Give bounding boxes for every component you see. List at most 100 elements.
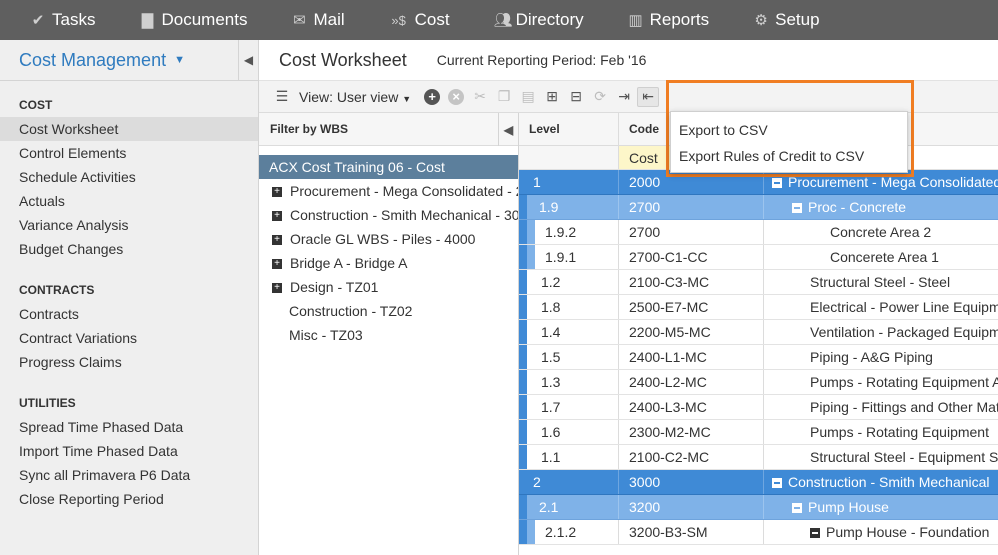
nav-directory[interactable]: 👥︎ Directory [464,0,598,40]
level-value: 1.8 [541,299,561,315]
table-row[interactable]: 1.6 2300-M2-MC Pumps - Rotating Equipment [519,420,998,445]
section-heading-contracts: CONTRACTS [19,283,95,297]
nav-reports[interactable]: ▥ Reports [598,0,724,40]
description-value: Ventilation - Packaged Equipm [810,324,998,340]
sidebar-item-schedule-activities[interactable]: Schedule Activities [0,165,258,189]
description-cell: Pump House - Foundation [764,520,998,544]
expand-icon[interactable]: + [272,187,282,198]
description-cell: Electrical - Power Line Equipm [764,295,998,319]
collapse-all-button[interactable]: ⊟ [565,87,587,107]
wbs-item[interactable]: Misc - TZ03 [259,323,518,347]
expand-icon[interactable]: + [272,211,282,222]
description-value: Electrical - Power Line Equipm [810,299,998,315]
level-cell: 1.3 [519,370,619,394]
sidebar-item-sync-p6[interactable]: Sync all Primavera P6 Data [0,463,258,487]
people-icon: 👥︎ [493,12,513,29]
collapse-icon[interactable] [772,178,782,189]
wbs-item[interactable]: + Design - TZ01 [259,275,518,299]
collapse-icon[interactable] [792,203,802,214]
sidebar-item-import-time-phased[interactable]: Import Time Phased Data [0,439,258,463]
nav-setup[interactable]: ⚙ Setup [723,0,833,40]
table-row[interactable]: 1.4 2200-M5-MC Ventilation - Packaged Equi… [519,320,998,345]
wbs-item[interactable]: + Procurement - Mega Consolidated - 2 [259,179,518,203]
code-cell: 3000 [619,470,764,494]
import-button[interactable]: ⇥ [613,87,635,107]
wbs-item[interactable]: + Oracle GL WBS - Piles - 4000 [259,227,518,251]
export-rules-csv-item[interactable]: Export Rules of Credit to CSV [671,143,907,169]
export-button[interactable]: ⇤ [637,86,660,107]
sidebar-item-spread-time-phased[interactable]: Spread Time Phased Data [0,415,258,439]
level-value: 1.4 [541,324,561,340]
sidebar-item-variance-analysis[interactable]: Variance Analysis [0,213,258,237]
level-cell: 1.7 [519,395,619,419]
collapse-sidebar-button[interactable]: ◀ [238,40,258,80]
nav-reports-label: Reports [649,10,710,29]
sidebar-item-close-period[interactable]: Close Reporting Period [0,487,258,511]
chevron-left-icon: ◀ [503,122,514,137]
sidebar-item-control-elements[interactable]: Control Elements [0,141,258,165]
paste-button[interactable]: ▤ [517,87,539,107]
copy-button[interactable]: ❐ [493,87,515,107]
nav-documents[interactable]: ▇ Documents [109,0,261,40]
refresh-button[interactable]: ⟳ [589,87,611,107]
table-row[interactable]: 2 3000 Construction - Smith Mechanical [519,470,998,495]
level-value: 1 [533,174,541,190]
code-cell: 2500-E7-MC [619,295,764,319]
add-button[interactable]: + [421,87,443,107]
sidebar-item-progress-claims[interactable]: Progress Claims [0,350,258,374]
expand-all-button[interactable]: ⊞ [541,87,563,107]
description-value: Proc - Concrete [808,199,907,215]
wbs-item-label: Misc - TZ03 [289,327,363,343]
wbs-item[interactable]: + Construction - Smith Mechanical - 30 [259,203,518,227]
sidebar-item-budget-changes[interactable]: Budget Changes [0,237,258,261]
table-row[interactable]: 1.8 2500-E7-MC Electrical - Power Line Equ… [519,295,998,320]
gear-icon: ⚙ [754,12,768,29]
module-selector[interactable]: Cost Management ▼ ◀ [0,40,258,81]
collapse-icon[interactable] [792,503,802,514]
code-cell: 2100-C3-MC [619,270,764,294]
description-cell: Concerete Area 1 [764,245,998,269]
table-row[interactable]: 1.5 2400-L1-MC Piping - A&G Piping [519,345,998,370]
expand-icon[interactable]: + [272,283,282,294]
view-selector[interactable]: View: User view ▼ [299,89,411,105]
description-cell: Ventilation - Packaged Equipm [764,320,998,344]
collapse-icon[interactable] [772,478,782,489]
description-value: Pumps - Rotating Equipment [810,424,989,440]
wbs-item[interactable]: Construction - TZ02 [259,299,518,323]
column-header-level[interactable]: Level [519,113,619,145]
table-row[interactable]: 1.2 2100-C3-MC Structural Steel - Steel [519,270,998,295]
description-value: Pumps - Rotating Equipment A [810,374,998,390]
sidebar-item-cost-worksheet[interactable]: Cost Worksheet [0,117,258,141]
code-cell: 2400-L2-MC [619,370,764,394]
table-row[interactable]: 1.9 2700 Proc - Concrete [519,195,998,220]
table-row[interactable]: 2.1.2 3200-B3-SM Pump House - Foundation [519,520,998,545]
export-csv-item[interactable]: Export to CSV [671,117,907,143]
code-cell: 3200 [619,495,764,519]
table-row[interactable]: 1.1 2100-C2-MC Structural Steel - Equipmen… [519,445,998,470]
wbs-item-selected[interactable]: ACX Cost Training 06 - Cost [259,155,518,179]
caret-down-icon: ▼ [402,93,412,104]
nav-cost[interactable]: »$ Cost [359,0,464,40]
sidebar-item-contract-variations[interactable]: Contract Variations [0,326,258,350]
expand-icon[interactable]: + [272,259,282,270]
level-value: 1.3 [541,374,561,390]
level-cell: 1.8 [519,295,619,319]
description-cell: Pump House [764,495,998,519]
table-row[interactable]: 2.1 3200 Pump House [519,495,998,520]
table-row[interactable]: 1.9.1 2700-C1-CC Concerete Area 1 [519,245,998,270]
delete-button[interactable]: × [445,87,467,107]
nav-mail[interactable]: ✉ Mail [261,0,358,40]
table-row[interactable]: 1.7 2400-L3-MC Piping - Fittings and Other… [519,395,998,420]
list-icon: ☰ [275,88,289,104]
sidebar-item-actuals[interactable]: Actuals [0,189,258,213]
expand-icon[interactable]: + [272,235,282,246]
table-row[interactable]: 1.3 2400-L2-MC Pumps - Rotating Equipment … [519,370,998,395]
wbs-item[interactable]: + Bridge A - Bridge A [259,251,518,275]
nav-tasks[interactable]: ✔ Tasks [0,0,109,40]
table-row[interactable]: 1.9.2 2700 Concrete Area 2 [519,220,998,245]
collapse-icon[interactable] [810,528,820,539]
cut-button[interactable]: ✂ [469,87,491,107]
export-icon: ⇤ [642,88,654,104]
sidebar-item-contracts[interactable]: Contracts [0,302,258,326]
collapse-wbs-button[interactable]: ◀ [498,113,518,146]
